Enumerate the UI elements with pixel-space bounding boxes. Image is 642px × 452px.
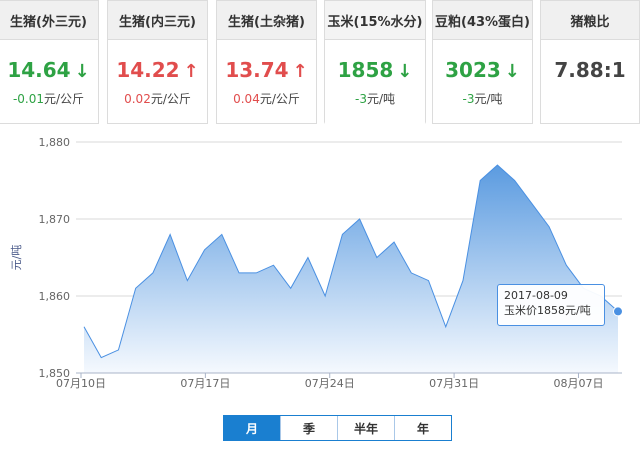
price-card-5[interactable]: 猪粮比 7.88:1 [540, 0, 640, 124]
card-change: 0.04元/公斤 [217, 90, 316, 107]
x-tick-label: 07月17日 [180, 377, 230, 390]
card-change-value: -3 [462, 92, 475, 106]
card-change-value: -3 [354, 92, 367, 106]
card-change: -3元/吨 [433, 90, 532, 107]
card-price: 13.74 ↑ [217, 58, 316, 82]
chart-tooltip: 2017-08-09 玉米价1858元/吨 [497, 284, 605, 326]
card-title: 生猪(土杂猪) [217, 1, 316, 40]
card-price: 7.88:1 [541, 58, 639, 82]
card-price-value: 14.64 [7, 58, 71, 82]
card-change: -0.01元/公斤 [0, 90, 98, 107]
price-card-4[interactable]: 豆粕(43%蛋白) 3023 ↓ -3元/吨 [432, 0, 533, 124]
card-change-unit: 元/吨 [474, 92, 503, 106]
card-title: 猪粮比 [541, 1, 639, 40]
price-cards: 生猪(外三元) 14.64 ↓ -0.01元/公斤 生猪(内三元) 14.22 ↑ 0.02元… [0, 0, 642, 128]
card-title: 生猪(内三元) [108, 1, 207, 40]
price-card-1[interactable]: 生猪(内三元) 14.22 ↑ 0.02元/公斤 [107, 0, 208, 124]
range-button-3[interactable]: 年 [394, 416, 451, 440]
card-price-value: 14.22 [116, 58, 180, 82]
card-change-value: 0.04 [233, 92, 260, 106]
price-card-0[interactable]: 生猪(外三元) 14.64 ↓ -0.01元/公斤 [0, 0, 99, 124]
card-change: -3元/吨 [325, 90, 425, 107]
card-price: 14.64 ↓ [0, 58, 98, 82]
x-tick-label: 07月31日 [429, 377, 479, 390]
arrow-down-icon: ↓ [504, 61, 520, 82]
card-change-unit: 元/公斤 [44, 92, 85, 106]
card-title: 豆粕(43%蛋白) [433, 1, 532, 40]
y-tick-label: 1,880 [39, 136, 71, 149]
card-title: 玉米(15%水分) [325, 1, 425, 40]
tooltip-text: 玉米价1858元/吨 [504, 304, 591, 317]
card-price: 1858 ↓ [325, 58, 425, 82]
card-change: 0.02元/公斤 [108, 90, 207, 107]
price-chart: 1,8501,8601,8701,880元/吨07月10日 07月17日 07月24… [10, 136, 623, 390]
arrow-down-icon: ↓ [397, 61, 413, 82]
card-change-value: 0.02 [124, 92, 151, 106]
x-tick-label: 08月07日 [553, 377, 603, 390]
range-button-1[interactable]: 季 [280, 416, 337, 440]
y-axis-title: 元/吨 [10, 245, 23, 271]
range-button-2[interactable]: 半年 [337, 416, 394, 440]
card-price-value: 3023 [445, 58, 501, 82]
highlight-point [613, 306, 623, 317]
price-card-2[interactable]: 生猪(土杂猪) 13.74 ↑ 0.04元/公斤 [216, 0, 317, 124]
arrow-up-icon: ↑ [183, 61, 199, 82]
tooltip-date: 2017-08-09 [504, 289, 568, 302]
card-change-unit: 元/公斤 [150, 92, 191, 106]
card-price: 14.22 ↑ [108, 58, 207, 82]
x-tick-label: 07月10日 [56, 377, 106, 390]
card-change-value: -0.01 [12, 92, 44, 106]
card-price: 3023 ↓ [433, 58, 532, 82]
card-title: 生猪(外三元) [0, 1, 98, 40]
price-card-3[interactable]: 玉米(15%水分) 1858 ↓ -3元/吨 [324, 0, 426, 124]
arrow-down-icon: ↓ [74, 61, 90, 82]
card-price-value: 13.74 [225, 58, 289, 82]
series-area [84, 165, 618, 373]
card-change-unit: 元/吨 [366, 92, 395, 106]
card-price-value: 7.88:1 [554, 58, 626, 82]
y-tick-label: 1,860 [39, 290, 71, 303]
range-selector: 月季半年年 [223, 415, 452, 441]
range-button-0[interactable]: 月 [224, 416, 280, 440]
card-price-value: 1858 [337, 58, 394, 82]
x-tick-label: 07月24日 [305, 377, 355, 390]
card-change-unit: 元/公斤 [259, 92, 300, 106]
y-tick-label: 1,870 [39, 213, 71, 226]
arrow-up-icon: ↑ [292, 61, 308, 82]
